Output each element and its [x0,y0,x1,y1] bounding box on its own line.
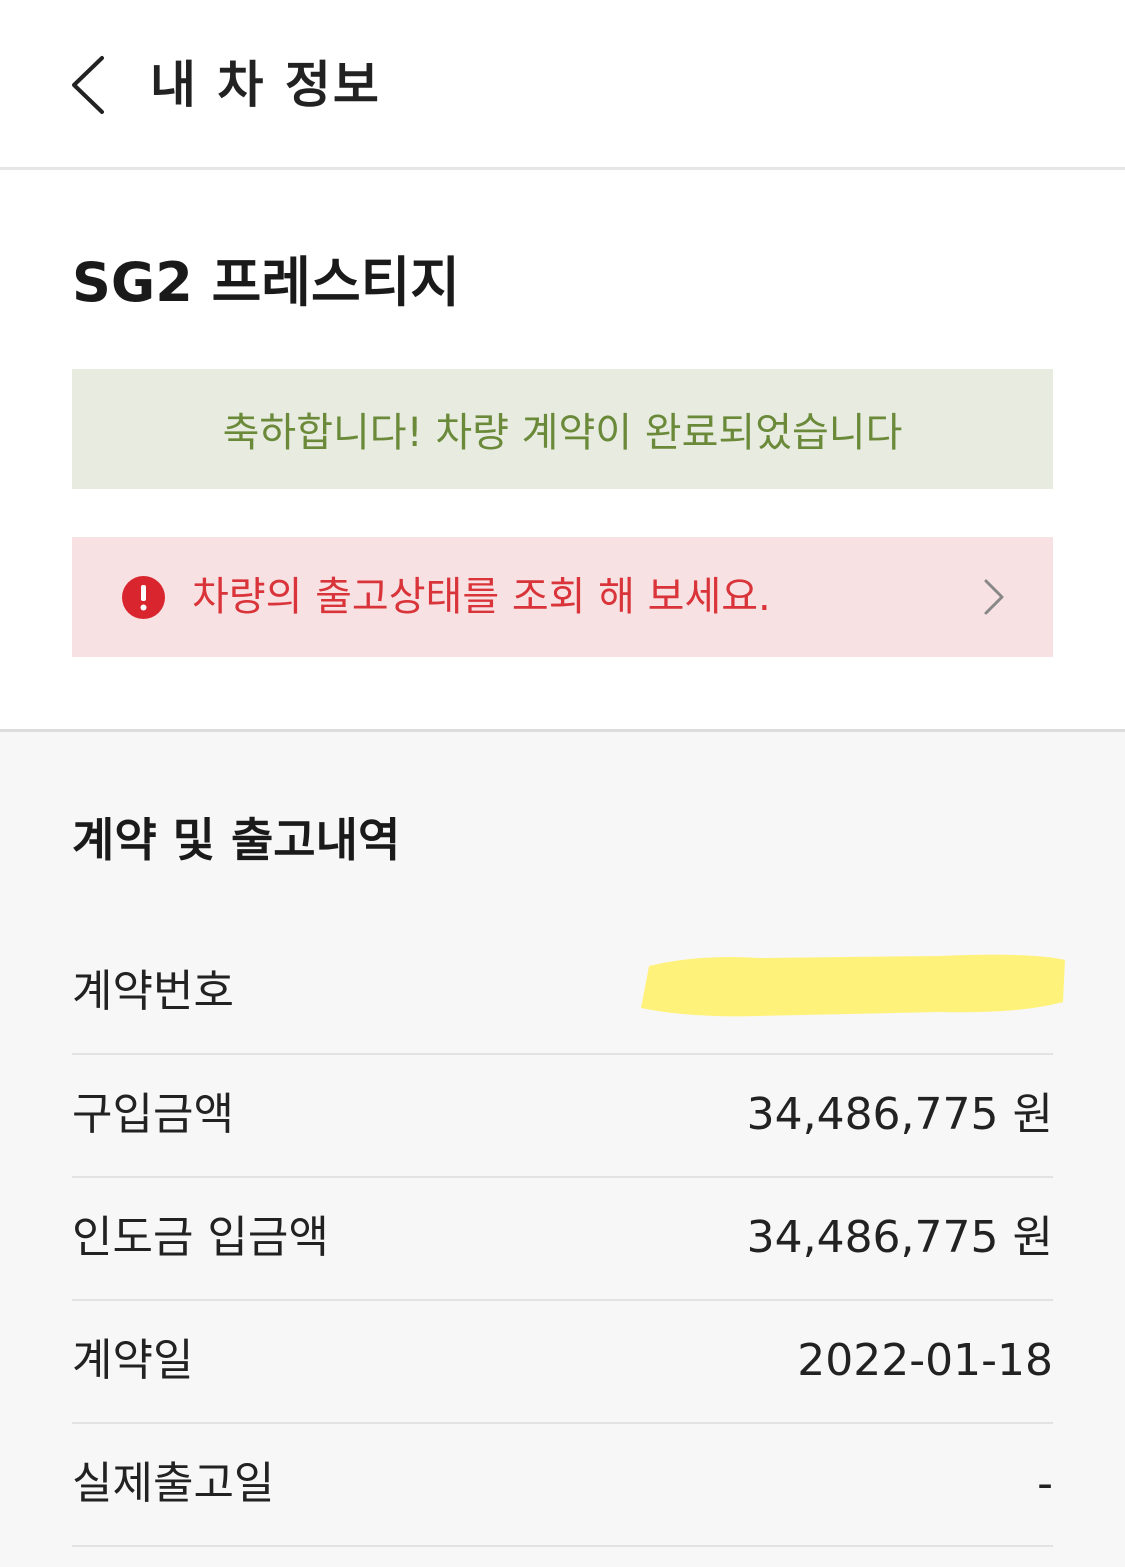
row-label: 실제출고일 [72,1458,275,1509]
contract-complete-banner: 축하합니다! 차량 계약이 완료되었습니다 [72,369,1053,489]
row-label: 구입금액 [72,1089,234,1140]
row-label: 계약일 [72,1335,194,1386]
page-title: 내 차 정보 [150,56,381,114]
car-model-name: SG2 프레스티지 [72,251,460,314]
chevron-left-icon [72,56,104,114]
row-value: 2022-01-18 [797,1335,1053,1386]
actual-delivery-date-row: 실제출고일 - [72,1424,1053,1547]
row-value: 34,486,775 원 [746,1089,1053,1140]
row-label: 인도금 입금액 [72,1212,329,1263]
deposit-amount-row: 인도금 입금액 34,486,775 원 [72,1178,1053,1301]
contract-complete-text: 축하합니다! 차량 계약이 완료되었습니다 [222,410,903,456]
exclamation-circle-icon [122,576,165,619]
chevron-right-icon [980,577,1008,617]
redaction-highlight [639,946,1067,1020]
car-summary-section: SG2 프레스티지 축하합니다! 차량 계약이 완료되었습니다 차량의 출고상태… [0,170,1125,730]
contract-date-row: 계약일 2022-01-18 [72,1301,1053,1424]
app-header: 내 차 정보 [0,0,1125,170]
purchase-amount-row: 구입금액 34,486,775 원 [72,1055,1053,1178]
delivery-status-text: 차량의 출고상태를 조회 해 보세요. [192,574,771,620]
row-label: 계약번호 [72,966,234,1017]
delivery-status-banner[interactable]: 차량의 출고상태를 조회 해 보세요. [72,537,1053,657]
contract-details-section: 계약 및 출고내역 계약번호 구입금액 34,486,775 원 인도금 입금액… [0,732,1125,1567]
section-title: 계약 및 출고내역 [72,813,401,867]
contract-number-row: 계약번호 [72,932,1065,1055]
row-value: - [1037,1458,1053,1509]
row-value: 34,486,775 원 [746,1212,1053,1263]
back-button[interactable] [62,52,122,118]
